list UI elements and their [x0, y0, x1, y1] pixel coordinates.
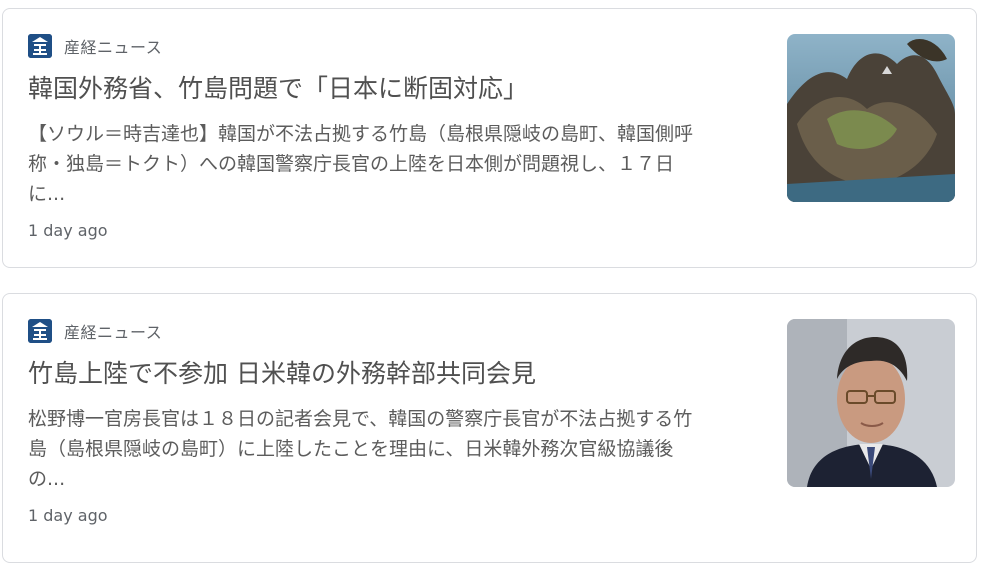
- headline-link[interactable]: 韓国外務省、竹島問題で「日本に断固対応」: [28, 71, 768, 107]
- source-name: 産経ニュース: [64, 323, 163, 342]
- snippet-line: 島（島根県隠岐の島町）に上陸したことを理由に、日米韓外務次官級協議後: [28, 438, 674, 460]
- timestamp: 1 day ago: [28, 221, 108, 240]
- news-source[interactable]: 産経ニュース: [28, 319, 162, 343]
- sankei-logo-icon: [28, 319, 52, 343]
- snippet-line: 松野博一官房長官は１８日の記者会見で、韓国の警察庁長官が不法占拠する竹: [28, 408, 693, 430]
- news-card[interactable]: 産経ニュース 韓国外務省、竹島問題で「日本に断固対応」 【ソウル＝時吉達也】韓国…: [2, 8, 977, 268]
- timestamp: 1 day ago: [28, 506, 108, 525]
- snippet-line: 【ソウル＝時吉達也】韓国が不法占拠する竹島（島根県隠岐の島町、韓国側呼: [28, 123, 694, 145]
- headline-link[interactable]: 竹島上陸で不参加 日米韓の外務幹部共同会見: [28, 356, 768, 392]
- portrait-photo-icon[interactable]: [787, 319, 955, 487]
- snippet-line: に...: [28, 183, 66, 205]
- snippet-line: の...: [28, 468, 66, 490]
- article-snippet: 松野博一官房長官は１８日の記者会見で、韓国の警察庁長官が不法占拠する竹 島（島根…: [28, 404, 768, 494]
- article-snippet: 【ソウル＝時吉達也】韓国が不法占拠する竹島（島根県隠岐の島町、韓国側呼 称・独島…: [28, 119, 768, 209]
- news-source[interactable]: 産経ニュース: [28, 34, 162, 58]
- source-name: 産経ニュース: [64, 38, 163, 57]
- snippet-line: 称・独島＝トクト）への韓国警察庁長官の上陸を日本側が問題視し、１７日: [28, 153, 675, 175]
- news-card[interactable]: 産経ニュース 竹島上陸で不参加 日米韓の外務幹部共同会見 松野博一官房長官は１８…: [2, 293, 977, 563]
- island-photo-icon[interactable]: [787, 34, 955, 202]
- sankei-logo-icon: [28, 34, 52, 58]
